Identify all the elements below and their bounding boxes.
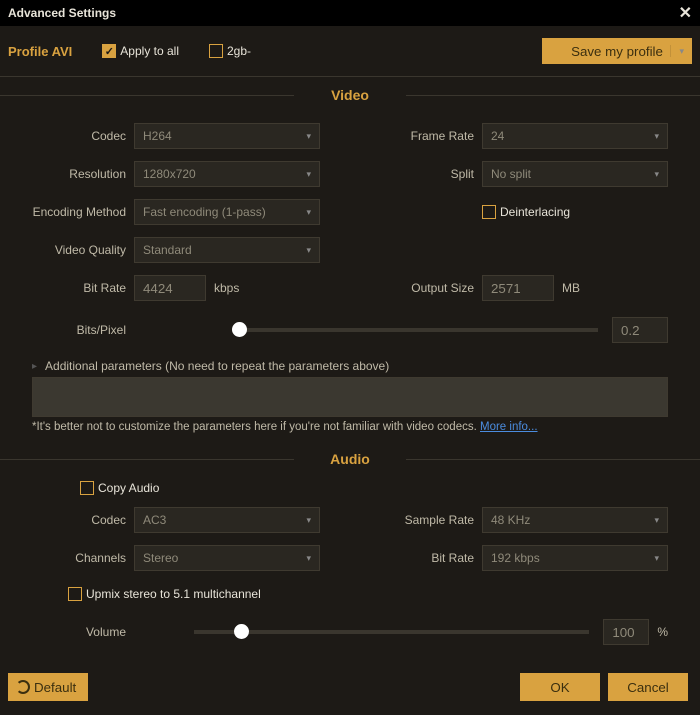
resolution-label: Resolution — [32, 167, 134, 181]
volume-label: Volume — [32, 625, 134, 639]
audio-codec-label: Codec — [32, 513, 134, 527]
cancel-button[interactable]: Cancel — [608, 673, 688, 701]
output-size-label: Output Size — [380, 281, 482, 295]
ok-button[interactable]: OK — [520, 673, 600, 701]
expand-toggle-icon[interactable]: ▸ — [32, 361, 37, 372]
bits-pixel-label: Bits/Pixel — [32, 323, 134, 337]
deinterlacing-checkbox[interactable]: Deinterlacing — [482, 205, 570, 219]
chevron-down-icon: ▾ — [306, 131, 311, 142]
framerate-label: Frame Rate — [380, 129, 482, 143]
upmix-checkbox[interactable]: Upmix stereo to 5.1 multichannel — [68, 587, 261, 601]
chevron-down-icon: ▾ — [306, 553, 311, 564]
encoding-method-select[interactable]: Fast encoding (1-pass)▾ — [134, 199, 320, 225]
copy-audio-label: Copy Audio — [98, 481, 159, 495]
video-bitrate-label: Bit Rate — [32, 281, 134, 295]
save-profile-label: Save my profile — [571, 44, 663, 59]
chevron-down-icon: ▾ — [654, 131, 659, 142]
video-bitrate-unit: kbps — [214, 281, 239, 295]
apply-to-all-checkbox[interactable]: Apply to all — [102, 44, 179, 58]
audio-codec-select[interactable]: AC3▾ — [134, 507, 320, 533]
sample-rate-select[interactable]: 48 KHz▾ — [482, 507, 668, 533]
slider-thumb[interactable] — [232, 322, 247, 337]
two-gb-checkbox[interactable]: 2gb- — [209, 44, 251, 58]
upmix-label: Upmix stereo to 5.1 multichannel — [86, 587, 261, 601]
deinterlacing-label: Deinterlacing — [500, 205, 570, 219]
slider-thumb[interactable] — [234, 624, 249, 639]
volume-slider[interactable] — [194, 630, 589, 634]
dialog-title: Advanced Settings — [8, 6, 116, 20]
split-label: Split — [380, 167, 482, 181]
close-icon[interactable]: ✕ — [679, 3, 692, 23]
bits-pixel-slider[interactable] — [232, 328, 598, 332]
framerate-select[interactable]: 24▾ — [482, 123, 668, 149]
chevron-down-icon: ▾ — [654, 553, 659, 564]
two-gb-label: 2gb- — [227, 44, 251, 58]
more-info-link[interactable]: More info... — [480, 421, 538, 433]
channels-select[interactable]: Stereo▾ — [134, 545, 320, 571]
save-profile-button[interactable]: Save my profile ▾ — [542, 38, 692, 64]
chevron-down-icon: ▾ — [306, 245, 311, 256]
volume-input[interactable] — [603, 619, 649, 645]
video-quality-select[interactable]: Standard▾ — [134, 237, 320, 263]
checkbox-icon — [209, 44, 223, 58]
sample-rate-label: Sample Rate — [380, 513, 482, 527]
chevron-down-icon: ▾ — [306, 169, 311, 180]
chevron-down-icon: ▾ — [306, 207, 311, 218]
output-size-input[interactable] — [482, 275, 554, 301]
chevron-down-icon: ▾ — [306, 515, 311, 526]
additional-params-input[interactable] — [32, 377, 668, 417]
resolution-select[interactable]: 1280x720▾ — [134, 161, 320, 187]
channels-label: Channels — [32, 551, 134, 565]
video-section-header: Video — [0, 81, 700, 109]
bits-pixel-input[interactable] — [612, 317, 668, 343]
encoding-method-label: Encoding Method — [32, 205, 134, 219]
checkbox-icon — [68, 587, 82, 601]
codec-label: Codec — [32, 129, 134, 143]
audio-section-header: Audio — [0, 445, 700, 473]
chevron-down-icon: ▾ — [654, 169, 659, 180]
copy-audio-checkbox[interactable]: Copy Audio — [80, 481, 159, 495]
audio-bitrate-select[interactable]: 192 kbps▾ — [482, 545, 668, 571]
video-quality-label: Video Quality — [32, 243, 134, 257]
apply-to-all-label: Apply to all — [120, 44, 179, 58]
volume-unit: % — [657, 625, 668, 639]
video-bitrate-input[interactable] — [134, 275, 206, 301]
checkbox-icon — [482, 205, 496, 219]
default-button[interactable]: Default — [8, 673, 88, 701]
additional-params-label: Additional parameters (No need to repeat… — [45, 359, 389, 373]
split-select[interactable]: No split▾ — [482, 161, 668, 187]
video-codec-select[interactable]: H264▾ — [134, 123, 320, 149]
chevron-down-icon: ▾ — [654, 515, 659, 526]
additional-params-hint: *It's better not to customize the parame… — [32, 421, 668, 433]
profile-name: Profile AVI — [8, 44, 72, 59]
checkbox-icon — [80, 481, 94, 495]
output-size-unit: MB — [562, 281, 580, 295]
audio-bitrate-label: Bit Rate — [380, 551, 482, 565]
checkbox-icon — [102, 44, 116, 58]
chevron-down-icon: ▾ — [670, 45, 684, 57]
reset-icon — [16, 680, 30, 694]
